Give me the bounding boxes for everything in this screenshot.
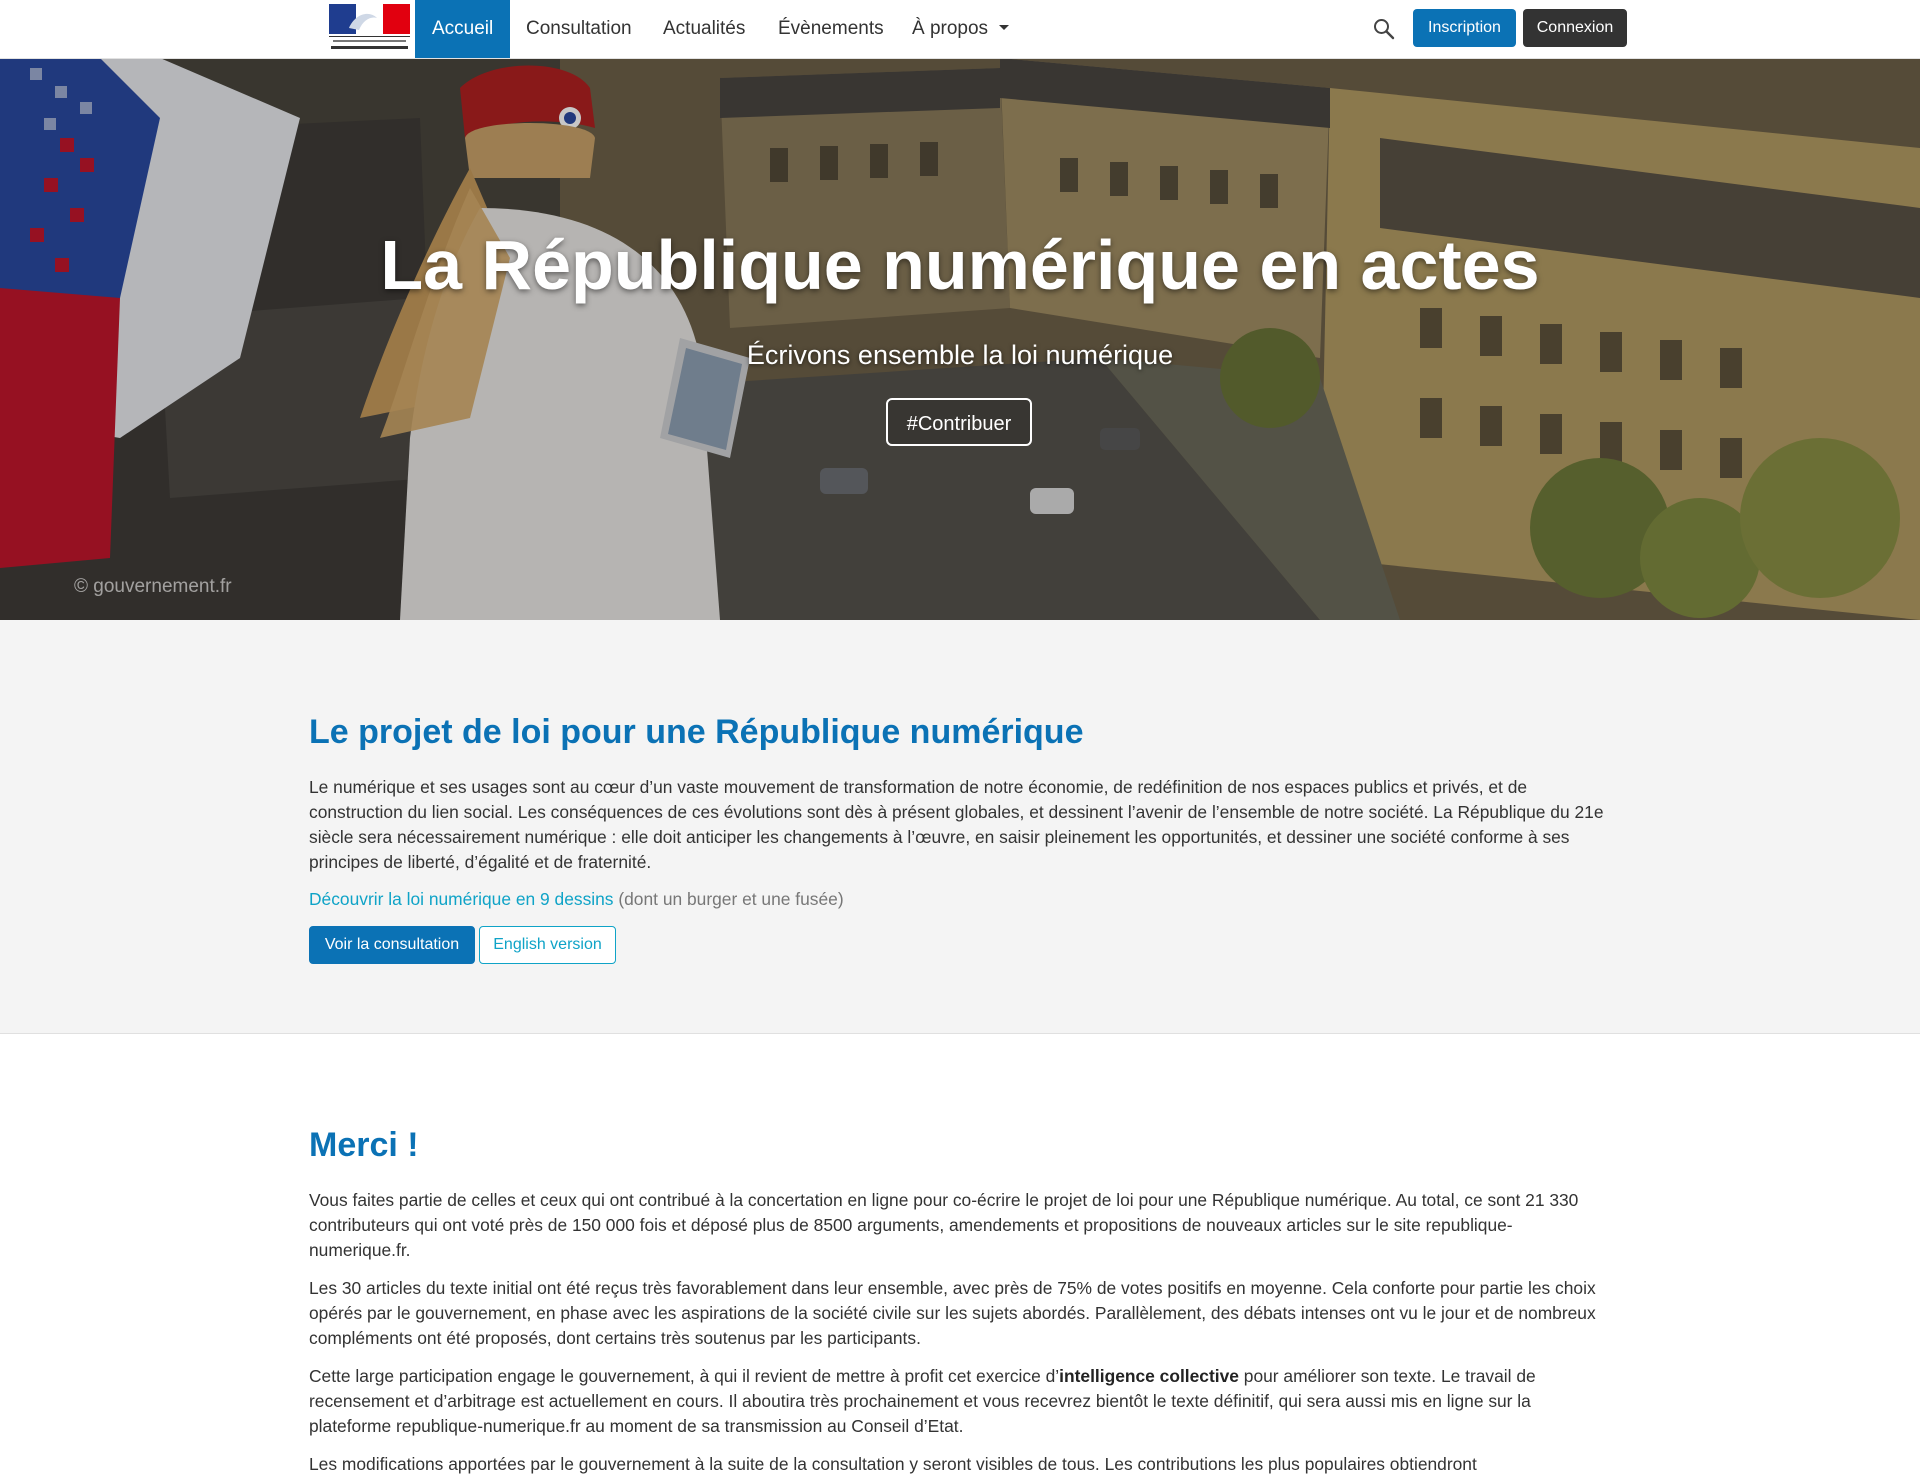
connexion-button[interactable]: Connexion xyxy=(1523,9,1627,47)
hero-overlay xyxy=(0,58,1920,620)
drawings-link[interactable]: Découvrir la loi numérique en 9 dessins xyxy=(309,889,614,909)
nav-a-propos-label: À propos xyxy=(912,18,989,39)
voir-consultation-button[interactable]: Voir la consultation xyxy=(309,925,475,964)
nav-a-propos[interactable]: À propos xyxy=(912,0,1010,58)
intro-buttons: Voir la consultation English version xyxy=(309,925,1614,964)
thanks-section: Merci ! Vous faites partie de celles et … xyxy=(0,1034,1920,1479)
top-navbar: Accueil Consultation Actualités Évènemen… xyxy=(0,0,1920,59)
nav-consultation[interactable]: Consultation xyxy=(526,0,632,58)
search-icon[interactable] xyxy=(1373,18,1395,40)
image-credit: © gouvernement.fr xyxy=(74,576,232,597)
intro-container: Le projet de loi pour une République num… xyxy=(309,712,1614,964)
thanks-title: Merci ! xyxy=(309,1126,419,1164)
contribuer-button[interactable]: #Contribuer xyxy=(886,398,1032,446)
nav-actualites[interactable]: Actualités xyxy=(663,0,745,58)
thanks-paragraph-4: Les modifications apportées par le gouve… xyxy=(309,1453,1477,1474)
thanks-container: Merci ! Vous faites partie de celles et … xyxy=(309,1125,1614,1477)
intro-section: Le projet de loi pour une République num… xyxy=(0,620,1920,1034)
hero-title: La République numérique en actes xyxy=(380,226,1540,304)
drawings-note: (dont un burger et une fusée) xyxy=(618,888,844,909)
drawings-line: Découvrir la loi numérique en 9 dessins … xyxy=(309,887,1614,912)
hero-banner: La République numérique en actes Écrivon… xyxy=(0,58,1920,620)
intro-title: Le projet de loi pour une République num… xyxy=(309,713,1084,751)
thanks-p3-start: Cette large participation engage le gouv… xyxy=(309,1365,1060,1386)
intelligence-collective-text: intelligence collective xyxy=(1059,1365,1239,1386)
nav-evenements[interactable]: Évènements xyxy=(778,0,884,58)
thanks-paragraph-1: Vous faites partie de celles et ceux qui… xyxy=(309,1189,1579,1260)
nav-accueil-label: Accueil xyxy=(432,18,494,39)
nav-actualites-label: Actualités xyxy=(663,18,746,39)
thanks-paragraph-3: Cette large participation engage le gouv… xyxy=(309,1364,1614,1439)
inscription-button[interactable]: Inscription xyxy=(1413,9,1516,47)
chevron-down-icon xyxy=(999,25,1010,31)
english-version-button[interactable]: English version xyxy=(479,925,616,964)
nav-evenements-label: Évènements xyxy=(778,18,884,39)
republique-francaise-logo[interactable] xyxy=(329,4,410,54)
thanks-paragraph-2: Les 30 articles du texte initial ont été… xyxy=(309,1277,1596,1348)
hero-subtitle: Écrivons ensemble la loi numérique xyxy=(746,340,1174,370)
intro-paragraph: Le numérique et ses usages sont au cœur … xyxy=(309,776,1604,872)
nav-consultation-label: Consultation xyxy=(526,18,632,39)
nav-accueil[interactable]: Accueil xyxy=(415,0,511,58)
